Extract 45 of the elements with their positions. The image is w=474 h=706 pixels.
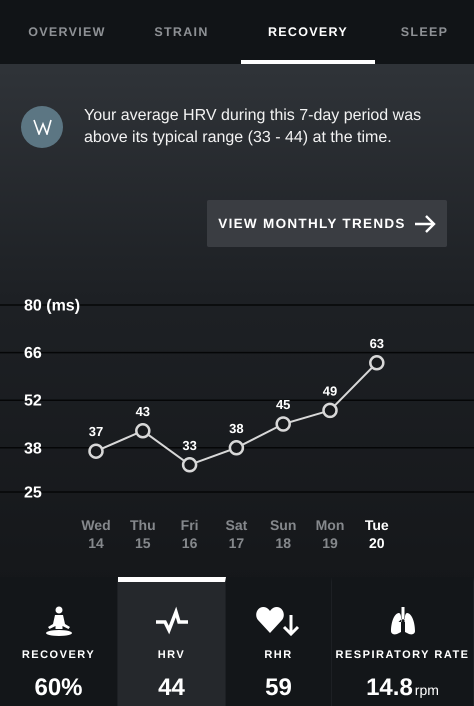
axis-tick-label: 80 (ms) (24, 298, 80, 314)
metric-value: 44 (158, 674, 185, 702)
axis-tick-label: 52 (24, 392, 42, 410)
day-label: Wed 14 (81, 517, 111, 551)
logo-icon (21, 106, 63, 148)
data-label: 33 (182, 438, 197, 453)
metric-label: RHR (264, 649, 293, 661)
tab[interactable]: OVERVIEW (12, 0, 122, 64)
day-label: Fri 16 (180, 517, 199, 551)
day-label: Sun 18 (270, 517, 296, 551)
metric-value: 59 (265, 674, 292, 702)
metric-value: 14.8 rpm (366, 674, 439, 702)
day-label: Mon 19 (316, 517, 344, 551)
axis-tick-label: 66 (24, 345, 42, 362)
day-label: Tue 20 (364, 517, 389, 551)
axis-tick-label: 38 (24, 440, 42, 458)
day-label: Sat 17 (226, 517, 248, 551)
metric-label: RESPIRATORY RATE (335, 649, 470, 661)
lungs-icon (388, 605, 416, 637)
data-point (135, 423, 151, 439)
data-point (275, 416, 291, 432)
data-point (182, 457, 198, 473)
meditation-icon (44, 605, 74, 637)
data-label: 45 (276, 397, 290, 412)
axis-tick-label: 25 (24, 484, 42, 502)
metric-tab[interactable]: HRV 44 (118, 577, 226, 706)
day-label: Thu 15 (130, 517, 156, 551)
monthly-trends-button[interactable]: VIEW MONTHLY TRENDS (207, 200, 447, 247)
data-label: 43 (136, 404, 150, 419)
tab[interactable]: STRAIN (122, 0, 241, 64)
metric-label: RECOVERY (22, 649, 96, 661)
data-point (369, 355, 385, 371)
data-label: 37 (88, 424, 104, 440)
metric-value: 60% (34, 674, 83, 702)
arrow-icon (414, 214, 436, 232)
data-label: 49 (322, 383, 338, 398)
data-label: 63 (370, 336, 384, 351)
data-label: 38 (229, 420, 244, 436)
insight-text: Your average HRV during this 7-day period was above its typical range (33 - 44) at the time. (84, 106, 422, 148)
metric-label: HRV (158, 649, 186, 661)
tab[interactable]: SLEEP (375, 0, 474, 64)
heartbeat-icon (154, 605, 190, 637)
data-point (228, 440, 244, 456)
data-point (322, 402, 338, 418)
data-point (88, 443, 104, 459)
